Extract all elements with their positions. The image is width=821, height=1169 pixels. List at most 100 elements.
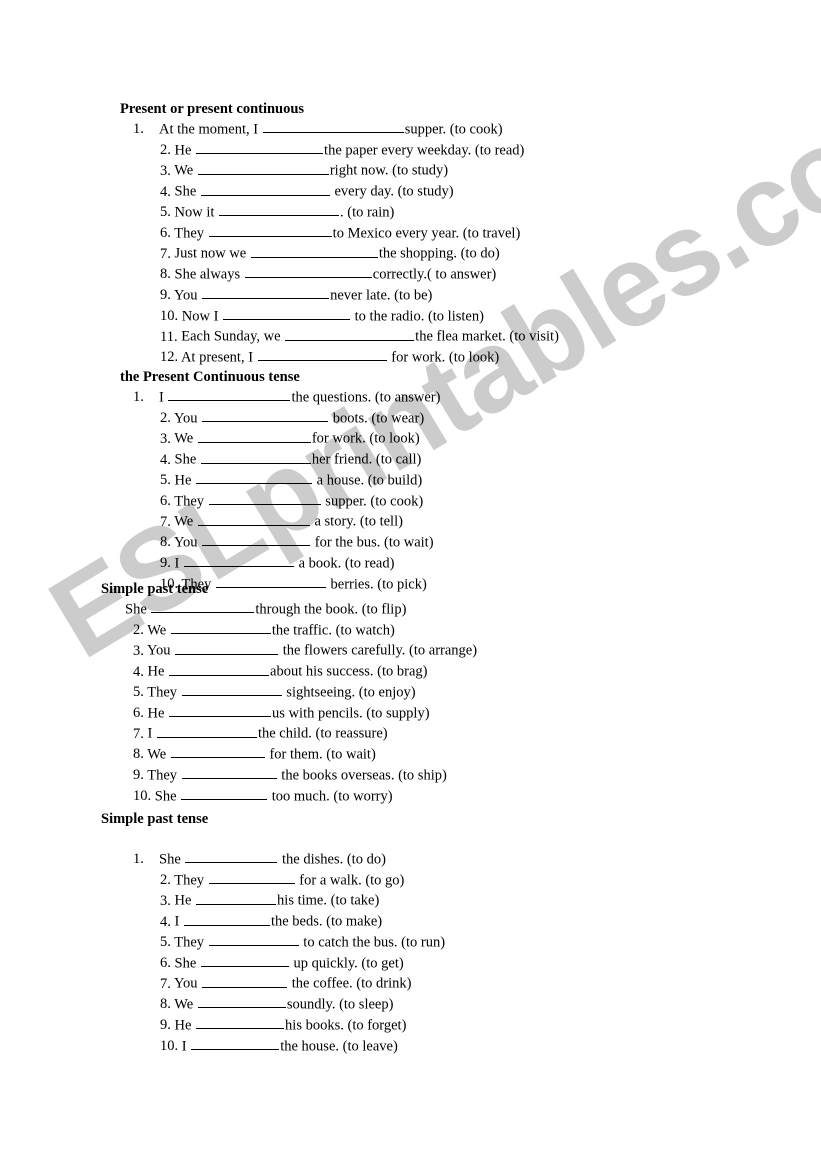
answer-blank[interactable] xyxy=(250,243,378,258)
answer-blank[interactable] xyxy=(200,181,330,196)
item-text-after: correctly.( to answer) xyxy=(372,266,497,283)
exercise-item: 8. We soundly. (to sleep) xyxy=(0,994,821,1015)
item-text-before: They xyxy=(174,225,205,241)
exercise-item: 2. You boots. (to wear) xyxy=(0,408,821,429)
answer-blank[interactable] xyxy=(200,449,311,464)
exercise-item: 5. They to catch the bus. (to run) xyxy=(0,932,821,953)
item-number: 1. xyxy=(133,389,144,406)
answer-blank[interactable] xyxy=(196,890,277,905)
exercise-item: 10. She too much. (to worry) xyxy=(0,786,821,807)
item-number: 4. xyxy=(160,183,171,200)
answer-blank[interactable] xyxy=(196,140,324,155)
answer-blank[interactable] xyxy=(183,911,270,926)
answer-blank[interactable] xyxy=(197,160,329,175)
item-text-before: We xyxy=(174,162,194,179)
item-text-after: the child. (to reassure) xyxy=(257,725,388,742)
item-text-before: You xyxy=(173,975,198,992)
answer-blank[interactable] xyxy=(197,511,310,526)
item-text-before: I xyxy=(174,555,180,572)
item-number: 2. xyxy=(160,872,171,889)
item-text-after: the dishes. (to do) xyxy=(278,851,386,868)
answer-blank[interactable] xyxy=(257,347,387,362)
item-text-before: He xyxy=(174,892,192,909)
item-number: 6. xyxy=(160,493,171,509)
section-present-or-present-continuous: Present or present continuous 1. At the m… xyxy=(0,100,821,368)
item-number: 4. xyxy=(133,663,144,680)
item-number: 11. xyxy=(160,328,178,345)
item-text-after: the books overseas. (to ship) xyxy=(277,767,447,784)
answer-blank[interactable] xyxy=(191,1036,280,1050)
item-number: 8. xyxy=(160,266,171,283)
answer-blank[interactable] xyxy=(151,599,255,614)
answer-blank[interactable] xyxy=(202,408,329,423)
exercise-item: 2. They for a walk. (to go) xyxy=(0,870,821,891)
answer-blank[interactable] xyxy=(181,682,282,697)
answer-blank[interactable] xyxy=(244,264,372,279)
exercise-item: 9. He his books. (to forget) xyxy=(0,1015,821,1036)
answer-blank[interactable] xyxy=(202,285,330,300)
item-text-before: You xyxy=(146,642,171,659)
answer-blank[interactable] xyxy=(170,620,271,635)
answer-blank[interactable] xyxy=(181,786,268,800)
item-text-after: the questions. (to answer) xyxy=(291,389,441,406)
exercise-item: 3. We for work. (to look) xyxy=(0,428,821,449)
answer-blank[interactable] xyxy=(208,491,321,505)
item-text-after: for a walk. (to go) xyxy=(295,872,405,889)
item-number: 2. xyxy=(133,622,144,639)
section-heading: the Present Continuous tense xyxy=(120,369,300,385)
item-number: 6. xyxy=(160,225,171,241)
item-text-before: Now I xyxy=(181,307,219,324)
item-text-before: I xyxy=(159,389,164,406)
item-text-after: a story. (to tell) xyxy=(310,513,403,530)
item-number: 8. xyxy=(160,996,171,1013)
exercise-list: 1. At the moment, I supper. (to cook) 2. H… xyxy=(0,119,821,368)
answer-blank[interactable] xyxy=(196,1015,285,1030)
item-text-after: for them. (to wait) xyxy=(265,746,376,763)
answer-blank[interactable] xyxy=(219,202,339,217)
item-text-before: They xyxy=(147,767,178,784)
item-text-after: through the book. (to flip) xyxy=(255,601,407,618)
item-number: 8. xyxy=(133,746,144,763)
answer-blank[interactable] xyxy=(197,428,311,443)
exercise-item: 4. She every day. (to study) xyxy=(0,181,821,202)
answer-blank[interactable] xyxy=(183,553,294,568)
item-text-after: about his success. (to brag) xyxy=(270,663,428,680)
section-heading: Present or present continuous xyxy=(120,101,305,117)
answer-blank[interactable] xyxy=(202,973,288,988)
answer-blank[interactable] xyxy=(196,470,313,485)
answer-blank[interactable] xyxy=(208,932,299,947)
answer-blank[interactable] xyxy=(170,744,265,759)
item-text-after: to Mexico every year. (to travel) xyxy=(332,225,521,241)
item-text-after: boots. (to wear) xyxy=(329,410,425,427)
item-number: 7. xyxy=(160,513,171,530)
item-text-before: She xyxy=(159,851,181,868)
exercise-list: She through the book. (to flip) 2. We the… xyxy=(0,599,821,806)
answer-blank[interactable] xyxy=(285,326,415,341)
item-text-after: the shopping. (to do) xyxy=(378,245,500,262)
exercise-item: 9. I a book. (to read) xyxy=(0,553,821,574)
item-text-before: At the moment, I xyxy=(159,121,259,138)
answer-blank[interactable] xyxy=(168,387,291,402)
answer-blank[interactable] xyxy=(208,223,332,237)
item-text-after: a house. (to build) xyxy=(313,472,423,489)
answer-blank[interactable] xyxy=(262,119,404,134)
answer-blank[interactable] xyxy=(169,703,272,717)
item-text-after: his books. (to forget) xyxy=(285,1017,407,1034)
answer-blank[interactable] xyxy=(175,640,279,655)
answer-blank[interactable] xyxy=(185,849,278,864)
item-number: 9. xyxy=(160,555,171,572)
item-number: 7. xyxy=(160,245,171,262)
answer-blank[interactable] xyxy=(200,953,289,967)
answer-blank[interactable] xyxy=(223,306,351,320)
answer-blank[interactable] xyxy=(156,723,257,738)
answer-blank[interactable] xyxy=(169,661,270,676)
answer-blank[interactable] xyxy=(181,765,277,780)
exercise-item: 10. Now I to the radio. (to listen) xyxy=(0,306,821,327)
answer-blank[interactable] xyxy=(202,532,311,547)
exercise-item: 6. They to Mexico every year. (to travel… xyxy=(0,223,821,244)
item-text-after: right now. (to study) xyxy=(329,162,449,179)
item-text-before: She xyxy=(174,451,197,468)
exercise-item: 7. You the coffee. (to drink) xyxy=(0,973,821,994)
answer-blank[interactable] xyxy=(208,870,295,885)
answer-blank[interactable] xyxy=(197,994,286,1009)
